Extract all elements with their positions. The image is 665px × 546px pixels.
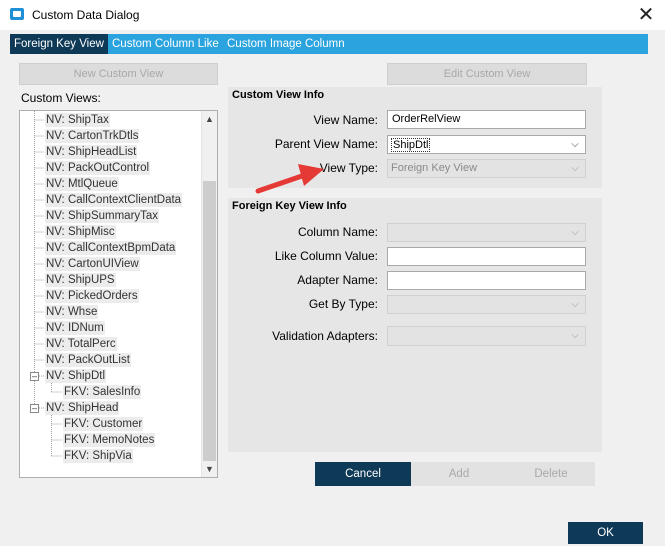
tree-item[interactable]: NV: CartonUIView (45, 257, 140, 271)
tree-scrollbar[interactable]: ▲ ▼ (201, 111, 217, 477)
new-custom-view-button[interactable]: New Custom View (19, 63, 218, 85)
chevron-up-icon[interactable]: ▲ (202, 112, 217, 126)
foreign-key-view-info-title: Foreign Key View Info (232, 200, 347, 212)
app-window-icon (10, 8, 24, 20)
parent-view-name-label: Parent View Name: (274, 137, 378, 151)
tree-item[interactable]: NV: PackOutControl (45, 161, 151, 175)
view-name-label: View Name: (313, 113, 378, 127)
view-type-combo[interactable]: Foreign Key View ⌵ (387, 159, 586, 178)
like-column-value-label: Like Column Value: (274, 249, 378, 263)
get-by-type-combo[interactable]: ⌵ (387, 295, 586, 314)
tree-item[interactable]: NV: TotalPerc (45, 337, 117, 351)
custom-views-tree[interactable]: – – NV: ShipTax NV: CartonTrkDtls NV: Sh… (19, 110, 218, 478)
chevron-down-icon[interactable]: ⌵ (569, 296, 581, 313)
annotation-arrow-icon (255, 164, 324, 194)
edit-custom-view-button[interactable]: Edit Custom View (387, 63, 587, 85)
adapter-name-label: Adapter Name: (297, 273, 378, 287)
parent-view-name-combo[interactable]: ShipDtl ⌵ (387, 135, 586, 154)
tab-custom-image-column[interactable]: Custom Image Column (227, 34, 345, 54)
custom-view-info-title: Custom View Info (232, 89, 325, 101)
close-icon[interactable]: ✕ (631, 2, 661, 28)
chevron-down-icon[interactable]: ⌵ (569, 224, 581, 241)
tree-item[interactable]: NV: Whse (45, 305, 99, 319)
tree-item[interactable]: NV: CartonTrkDtls (45, 129, 140, 143)
custom-views-label: Custom Views: (21, 91, 101, 105)
column-name-label: Column Name: (297, 225, 378, 239)
get-by-type-label: Get By Type: (308, 297, 378, 311)
validation-adapters-label: Validation Adapters: (272, 329, 378, 343)
chevron-down-icon[interactable]: ⌵ (569, 327, 581, 344)
ok-button[interactable]: OK (568, 522, 643, 544)
title-bar: Custom Data Dialog ✕ (0, 0, 665, 30)
parent-view-name-value: ShipDtl (391, 138, 431, 152)
tree-item[interactable]: NV: ShipHead (45, 401, 120, 415)
like-column-value-input[interactable] (387, 247, 586, 266)
column-name-combo[interactable]: ⌵ (387, 223, 586, 242)
tree-item[interactable]: NV: MtlQueue (45, 177, 119, 191)
tab-foreign-key-view[interactable]: Foreign Key View (10, 34, 108, 54)
tree-item[interactable]: NV: ShipDtl (45, 369, 107, 383)
cancel-button[interactable]: Cancel (315, 462, 411, 486)
view-name-input[interactable]: OrderRelView (387, 110, 586, 129)
tree-item[interactable]: NV: PackOutList (45, 353, 131, 367)
view-type-value: Foreign Key View (391, 162, 478, 174)
tree-item[interactable]: FKV: SalesInfo (63, 385, 142, 399)
tab-strip: Foreign Key View Custom Column Like Cust… (10, 34, 648, 54)
tree-item[interactable]: NV: ShipTax (45, 113, 110, 127)
minus-box-icon[interactable]: – (30, 372, 39, 381)
tree-item[interactable]: NV: CallContextBpmData (45, 241, 177, 255)
tree-item[interactable]: FKV: Customer (63, 417, 144, 431)
adapter-name-input[interactable] (387, 271, 586, 290)
scrollbar-thumb[interactable] (203, 181, 216, 461)
tree-item[interactable]: NV: ShipUPS (45, 273, 116, 287)
add-button[interactable]: Add (411, 462, 507, 486)
chevron-down-icon[interactable]: ⌵ (569, 160, 581, 177)
tree-item[interactable]: NV: ShipMisc (45, 225, 116, 239)
tree-item[interactable]: FKV: MemoNotes (63, 433, 156, 447)
tree-item[interactable]: NV: CallContextClientData (45, 193, 183, 207)
tree-item[interactable]: FKV: ShipVia (63, 449, 133, 463)
minus-box-icon[interactable]: – (30, 404, 39, 413)
window-title: Custom Data Dialog (32, 8, 140, 22)
tree-item[interactable]: NV: PickedOrders (45, 289, 139, 303)
delete-button[interactable]: Delete (507, 462, 595, 486)
tree-item[interactable]: NV: ShipSummaryTax (45, 209, 160, 223)
tree-item[interactable]: NV: IDNum (45, 321, 105, 335)
chevron-down-icon[interactable]: ⌵ (569, 136, 581, 153)
chevron-down-icon[interactable]: ▼ (202, 462, 217, 476)
tree-item[interactable]: NV: ShipHeadList (45, 145, 138, 159)
tab-custom-column-like[interactable]: Custom Column Like (112, 34, 219, 54)
validation-adapters-combo[interactable]: ⌵ (387, 326, 586, 346)
